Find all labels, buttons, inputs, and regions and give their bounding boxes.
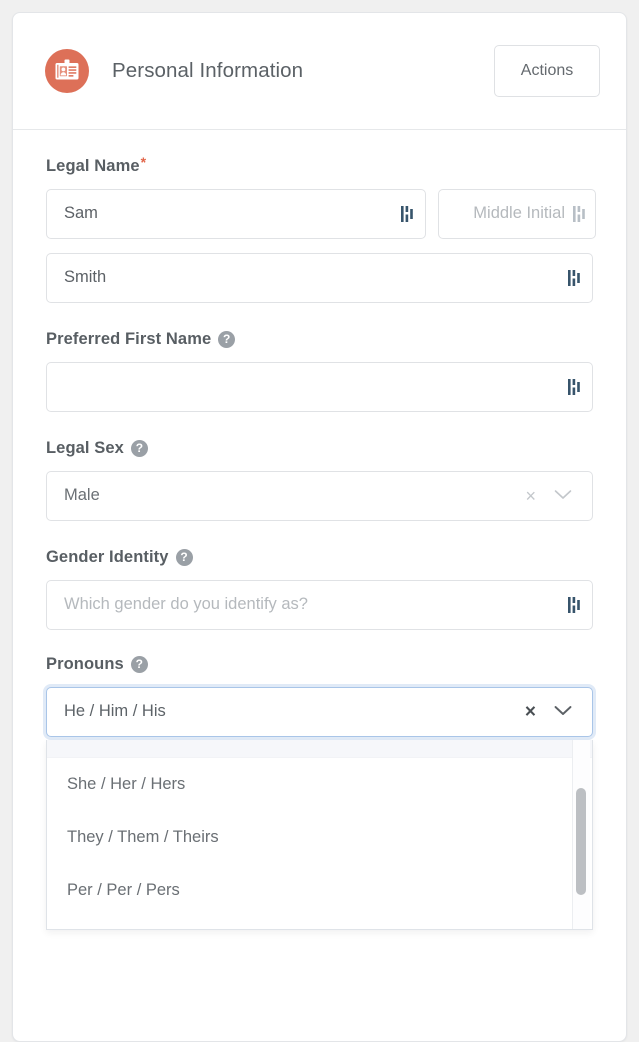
help-icon[interactable]: ? [131, 440, 148, 457]
last-name-input[interactable]: Smith [46, 253, 593, 303]
barcode-icon [401, 205, 415, 223]
legal-sex-label-text: Legal Sex [46, 440, 124, 457]
chevron-down-icon[interactable] [554, 702, 572, 721]
gender-identity-placeholder: Which gender do you identify as? [64, 595, 308, 614]
legal-sex-label: Legal Sex ? [46, 440, 593, 457]
dropdown-option[interactable]: Per / Per / Pers [47, 864, 592, 917]
gender-identity-input[interactable]: Which gender do you identify as? [46, 580, 593, 630]
spacer [46, 630, 593, 656]
help-icon[interactable]: ? [218, 331, 235, 348]
first-name-input[interactable]: Sam [46, 189, 426, 239]
field-gender-identity: Gender Identity ? Which gender do you id… [46, 549, 593, 630]
gender-identity-label-text: Gender Identity [46, 549, 169, 566]
legal-name-label: Legal Name * [46, 158, 593, 175]
pronouns-label-text: Pronouns [46, 656, 124, 673]
middle-initial-placeholder: Middle Initial [473, 204, 565, 223]
gender-identity-row: Which gender do you identify as? [46, 580, 593, 630]
dropdown-scrollbar-track[interactable] [572, 740, 590, 929]
gender-identity-label: Gender Identity ? [46, 549, 593, 566]
barcode-icon [568, 378, 582, 396]
pronouns-dropdown-list: She / Her / Hers They / Them / Theirs Pe… [46, 740, 593, 930]
personal-information-card: Personal Information Actions Legal Name … [12, 12, 627, 1042]
help-icon[interactable]: ? [131, 656, 148, 673]
preferred-first-name-label: Preferred First Name ? [46, 331, 593, 348]
actions-button[interactable]: Actions [494, 45, 600, 97]
help-icon[interactable]: ? [176, 549, 193, 566]
page-title: Personal Information [112, 59, 303, 83]
preferred-first-name-row [46, 362, 593, 412]
dropdown-scrollbar-thumb[interactable] [576, 788, 586, 895]
barcode-icon [568, 596, 582, 614]
pronouns-row: He / Him / His × [46, 687, 593, 737]
clear-icon[interactable]: × [525, 702, 536, 721]
id-card-icon [45, 49, 89, 93]
spacer [46, 303, 593, 331]
dropdown-option[interactable]: They / Them / Theirs [47, 811, 592, 864]
preferred-first-name-input[interactable] [46, 362, 593, 412]
chevron-down-icon[interactable] [554, 486, 572, 505]
field-preferred-first-name: Preferred First Name ? [46, 331, 593, 412]
dropdown-partial-row [47, 740, 592, 758]
field-legal-sex: Legal Sex ? Male × [46, 440, 593, 521]
card-header: Personal Information Actions [13, 13, 626, 130]
legal-sex-value: Male [64, 486, 100, 505]
legal-sex-select[interactable]: Male × [46, 471, 593, 521]
last-name-value: Smith [64, 268, 106, 287]
middle-initial-input[interactable]: Middle Initial [438, 189, 596, 239]
legal-name-row-2: Smith [46, 253, 593, 303]
pronouns-label: Pronouns ? [46, 656, 593, 673]
legal-name-row-1: Sam Middle Initial [46, 189, 593, 239]
barcode-icon [568, 269, 582, 287]
dropdown-option[interactable]: She / Her / Hers [47, 758, 592, 811]
form-body: Legal Name * Sam Middle [13, 130, 626, 930]
preferred-first-name-label-text: Preferred First Name [46, 331, 211, 348]
legal-name-label-text: Legal Name [46, 158, 140, 175]
pronouns-select[interactable]: He / Him / His × [46, 687, 593, 737]
field-pronouns: Pronouns ? He / Him / His × She / Her [46, 656, 593, 930]
clear-icon[interactable]: × [525, 487, 536, 505]
spacer [46, 521, 593, 549]
spacer [46, 412, 593, 440]
legal-sex-row: Male × [46, 471, 593, 521]
first-name-value: Sam [64, 204, 98, 223]
barcode-icon [573, 205, 587, 223]
field-legal-name: Legal Name * Sam Middle [46, 158, 593, 303]
pronouns-value: He / Him / His [64, 702, 166, 721]
required-asterisk: * [141, 155, 147, 169]
